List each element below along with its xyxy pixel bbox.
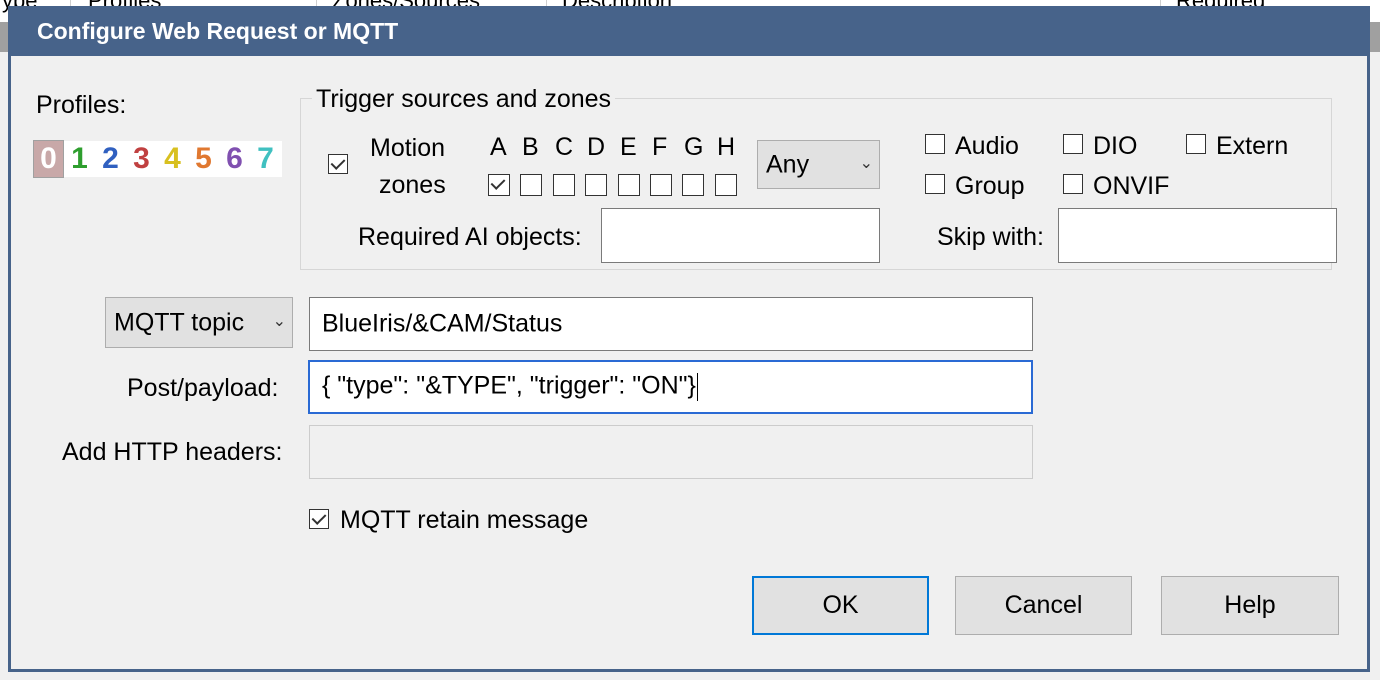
onvif-checkbox[interactable] [1063,174,1083,194]
mqtt-topic-input[interactable]: BlueIris/&CAM/Status [309,297,1033,351]
text-caret [696,373,699,401]
dialog-title: Configure Web Request or MQTT [37,18,399,44]
zone-e-label: E [620,133,637,161]
zone-h-checkbox[interactable] [715,174,737,196]
profiles-label: Profiles: [36,91,127,119]
profiles-selector[interactable]: 01234567 [33,140,282,178]
dio-checkbox[interactable] [1063,134,1083,154]
zones-any-dropdown[interactable]: Any ⌄ [757,140,880,189]
group-checkbox[interactable] [925,174,945,194]
payload-input[interactable]: { "type": "&TYPE", "trigger": "ON"} [308,360,1033,414]
zones-any-value: Any [766,150,810,178]
motion-label: Motion [370,134,446,162]
required-ai-label: Required AI objects: [358,223,582,251]
skip-with-label: Skip with: [937,223,1044,251]
request-type-dropdown[interactable]: MQTT topic ⌄ [105,297,293,348]
http-headers-label: Add HTTP headers: [62,438,283,466]
dio-label: DIO [1093,132,1138,160]
trigger-sources-title: Trigger sources and zones [312,84,616,114]
mqtt-retain-label: MQTT retain message [340,506,589,534]
zone-e-checkbox[interactable] [618,174,640,196]
profile-2[interactable]: 2 [95,141,126,177]
profile-6[interactable]: 6 [219,141,250,177]
zone-f-checkbox[interactable] [650,174,672,196]
skip-with-input[interactable] [1058,208,1337,263]
zone-g-label: G [684,133,704,161]
profile-1[interactable]: 1 [64,141,95,177]
profile-3[interactable]: 3 [126,141,157,177]
cancel-button[interactable]: Cancel [955,576,1132,635]
http-headers-input[interactable] [309,425,1033,479]
chevron-down-icon: ⌄ [859,154,873,172]
profile-7[interactable]: 7 [250,141,281,177]
zone-d-label: D [587,133,606,161]
profile-4[interactable]: 4 [157,141,188,177]
zone-b-checkbox[interactable] [520,174,542,196]
extern-label: Extern [1216,132,1289,160]
zone-h-label: H [717,133,736,161]
chevron-down-icon: ⌄ [272,312,286,330]
audio-checkbox[interactable] [925,134,945,154]
dialog-title-bar[interactable]: Configure Web Request or MQTT [11,6,1367,56]
zone-a-label: A [490,133,507,161]
zone-g-checkbox[interactable] [682,174,704,196]
zones-label: zones [379,171,446,199]
zone-b-label: B [522,133,539,161]
zone-c-label: C [555,133,574,161]
audio-label: Audio [955,132,1019,160]
zone-d-checkbox[interactable] [585,174,607,196]
profile-5[interactable]: 5 [188,141,219,177]
onvif-label: ONVIF [1093,172,1170,200]
mqtt-retain-checkbox[interactable] [309,509,329,529]
required-ai-input[interactable] [601,208,880,263]
zone-f-label: F [652,133,668,161]
help-button[interactable]: Help [1161,576,1339,635]
zone-c-checkbox[interactable] [553,174,575,196]
zone-a-checkbox[interactable] [488,174,510,196]
profile-0[interactable]: 0 [33,140,64,178]
ok-button[interactable]: OK [752,576,929,635]
group-label: Group [955,172,1025,200]
extern-checkbox[interactable] [1186,134,1206,154]
motion-zones-checkbox[interactable] [328,154,348,174]
request-type-value: MQTT topic [114,308,245,336]
payload-label: Post/payload: [127,374,279,402]
